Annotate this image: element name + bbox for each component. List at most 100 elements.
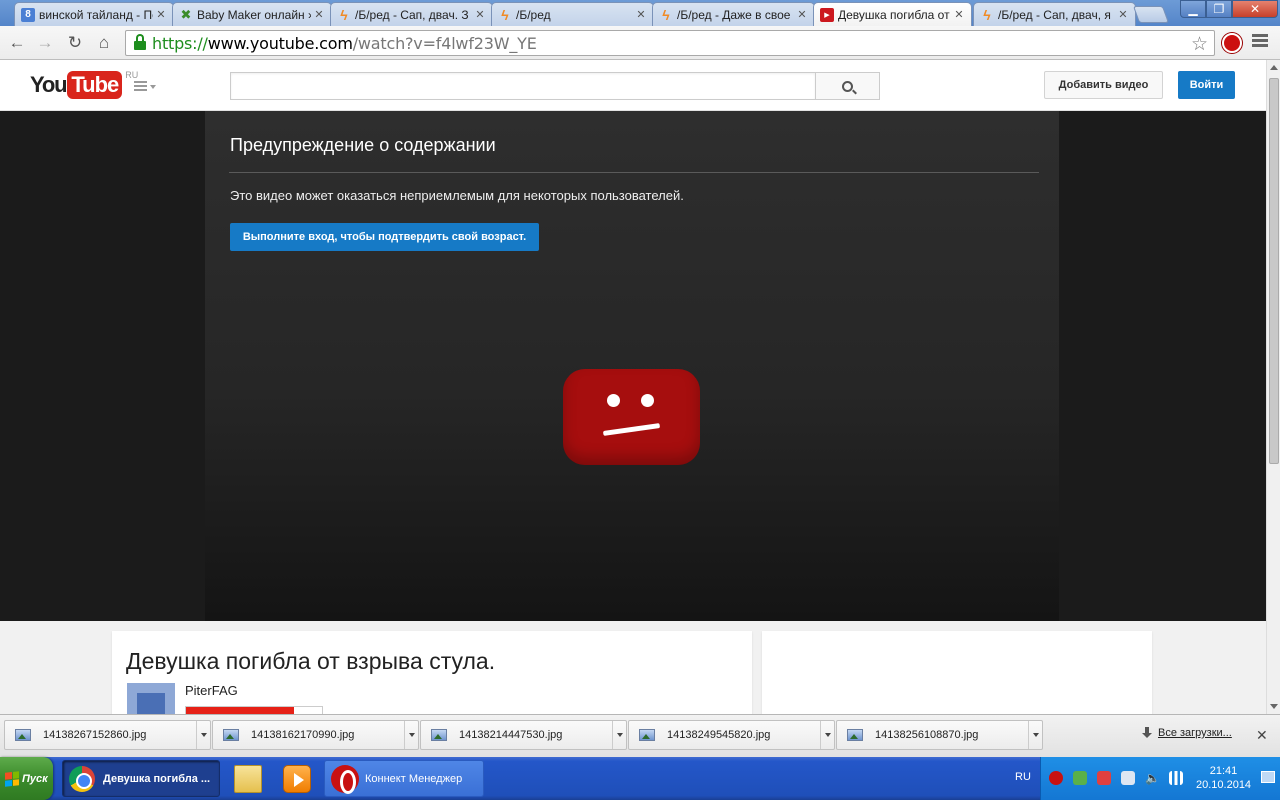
search-input[interactable] [230,72,815,100]
content-warning-text: Это видео может оказаться неприемлемым д… [230,188,684,203]
download-item[interactable]: 14138249545820.jpg [628,720,835,750]
lightning-icon: ϟ [340,6,348,23]
tab-label: Baby Maker онлайн » [197,7,311,22]
tab-label: Девушка погибла от [838,7,950,22]
browser-tab-strip: 8 винской тайланд - Пс ✕ ✖ Baby Maker он… [0,0,1280,26]
new-tab-button[interactable] [1132,6,1170,23]
content-warning-title: Предупреждение о содержании [230,135,496,155]
browser-toolbar: ← → ↻ ⌂ https://www.youtube.com/watch?v=… [0,26,1280,60]
search-button[interactable] [815,72,880,100]
confirm-age-button[interactable]: Выполните вход, чтобы подтвердить свой в… [230,223,539,251]
youtube-logo[interactable]: You Tube RU [30,70,139,99]
back-arrow-icon[interactable]: ← [6,32,28,54]
divider [229,172,1039,173]
taskbar-item-chrome[interactable]: Девушка погибла ... [62,760,220,797]
chevron-down-icon[interactable] [404,721,418,749]
scroll-down-icon[interactable] [1270,704,1278,709]
close-icon[interactable]: ✕ [1256,727,1268,744]
tab-close-icon[interactable]: ✕ [953,8,965,21]
image-file-icon [639,729,655,741]
chrome-icon [69,765,95,792]
download-item[interactable]: 14138267152860.jpg [4,720,211,750]
folder-icon[interactable] [234,765,262,793]
opera-tray-icon[interactable] [1049,771,1063,785]
window-close-button[interactable]: ✕ [1232,0,1278,18]
search-icon [842,80,853,92]
system-clock[interactable]: 21:41 20.10.2014 [1196,764,1251,792]
tab-b-red-4[interactable]: ϟ /Б/ред - Cап, двач, я ✕ [973,2,1136,26]
download-shelf: 14138267152860.jpg 14138162170990.jpg 14… [0,714,1280,757]
video-player: Предупреждение о содержании Это видео мо… [205,111,1059,621]
sign-in-button[interactable]: Войти [1178,71,1235,99]
tab-label: /Б/ред - Даже в свое [677,7,791,22]
maximize-button[interactable]: ❐ [1206,0,1232,18]
region-label: RU [125,70,139,80]
address-bar[interactable]: https://www.youtube.com/watch?v=f4lwf23W… [125,30,1215,56]
show-desktop-icon[interactable] [1261,771,1275,783]
shield-icon[interactable] [1073,771,1087,785]
puzzle-icon: ✖ [180,6,192,22]
opera-extension-icon[interactable] [1222,33,1242,53]
security-alert-icon[interactable] [1097,771,1111,785]
bookmark-star-icon[interactable]: ☆ [1191,33,1208,56]
tab-close-icon[interactable]: ✕ [474,8,486,21]
tab-b-red-3[interactable]: ϟ /Б/ред - Даже в свое ✕ [652,2,815,26]
video-info-card: Девушка погибла от взрыва стула. PiterFA… [112,631,752,731]
download-item[interactable]: 14138162170990.jpg [212,720,419,750]
start-button[interactable]: Пуск [0,757,53,800]
tab-close-icon[interactable]: ✕ [155,8,167,21]
image-file-icon [431,729,447,741]
signal-strength-icon[interactable] [1169,771,1183,785]
lock-icon [134,34,146,50]
reload-icon[interactable]: ↻ [64,32,86,54]
download-item[interactable]: 14138256108870.jpg [836,720,1043,750]
chevron-down-icon[interactable] [1028,721,1042,749]
tab-label: /Б/ред - Cап, двач, я [998,7,1111,22]
scrollbar-thumb[interactable] [1269,78,1279,464]
tab-close-icon[interactable]: ✕ [313,8,325,21]
tab-close-icon[interactable]: ✕ [796,8,808,21]
lightning-icon: ϟ [662,6,670,23]
youtube-header: You Tube RU Добавить видео Войти [0,60,1266,111]
page-scrollbar[interactable] [1266,60,1280,714]
guide-menu-icon[interactable] [134,81,158,93]
scroll-up-icon[interactable] [1270,65,1278,70]
lightning-icon: ϟ [983,6,991,23]
tab-b-red-2[interactable]: ϟ /Б/ред ✕ [491,2,654,26]
tab-baby-maker[interactable]: ✖ Baby Maker онлайн » ✕ [172,2,332,26]
forward-arrow-icon[interactable]: → [34,32,56,54]
google-icon: 8 [21,7,35,22]
home-icon[interactable]: ⌂ [93,32,115,54]
download-arrow-icon [1142,727,1152,739]
sad-face-icon [563,369,700,465]
chevron-down-icon[interactable] [612,721,626,749]
language-indicator[interactable]: RU [1015,771,1031,783]
media-player-icon[interactable] [283,765,311,793]
image-file-icon [15,729,31,741]
youtube-icon: ▶ [820,7,834,22]
volume-icon[interactable]: 🔈 [1145,771,1160,785]
tab-label: /Б/ред - Cап, двач. З [355,7,469,22]
connect-manager-icon [331,764,359,794]
watch-info-area: Девушка погибла от взрыва стула. PiterFA… [0,621,1266,731]
minimize-button[interactable]: ▁ [1180,0,1206,18]
upload-video-button[interactable]: Добавить видео [1044,71,1163,99]
tab-close-icon[interactable]: ✕ [635,8,647,21]
address-url: https://www.youtube.com/watch?v=f4lwf23W… [152,33,537,53]
chevron-down-icon[interactable] [820,721,834,749]
tab-youtube-active[interactable]: ▶ Девушка погибла от ✕ [813,2,972,26]
download-item[interactable]: 14138214447530.jpg [420,720,627,750]
tab-close-icon[interactable]: ✕ [1117,8,1129,21]
chevron-down-icon[interactable] [196,721,210,749]
tab-b-red-1[interactable]: ϟ /Б/ред - Cап, двач. З ✕ [330,2,493,26]
usb-device-icon[interactable] [1121,771,1135,785]
video-title: Девушка погибла от взрыва стула. [126,648,496,674]
tab-google-search[interactable]: 8 винской тайланд - Пс ✕ [14,2,174,26]
chrome-menu-icon[interactable] [1252,34,1268,49]
taskbar-item-connect-manager[interactable]: Коннект Менеджер [324,760,484,797]
channel-name[interactable]: PiterFAG [185,683,238,698]
sidebar-card [762,631,1152,721]
windows-logo-icon [5,770,19,787]
lightning-icon: ϟ [501,6,509,23]
show-all-downloads-link[interactable]: Все загрузки... [1142,727,1232,739]
